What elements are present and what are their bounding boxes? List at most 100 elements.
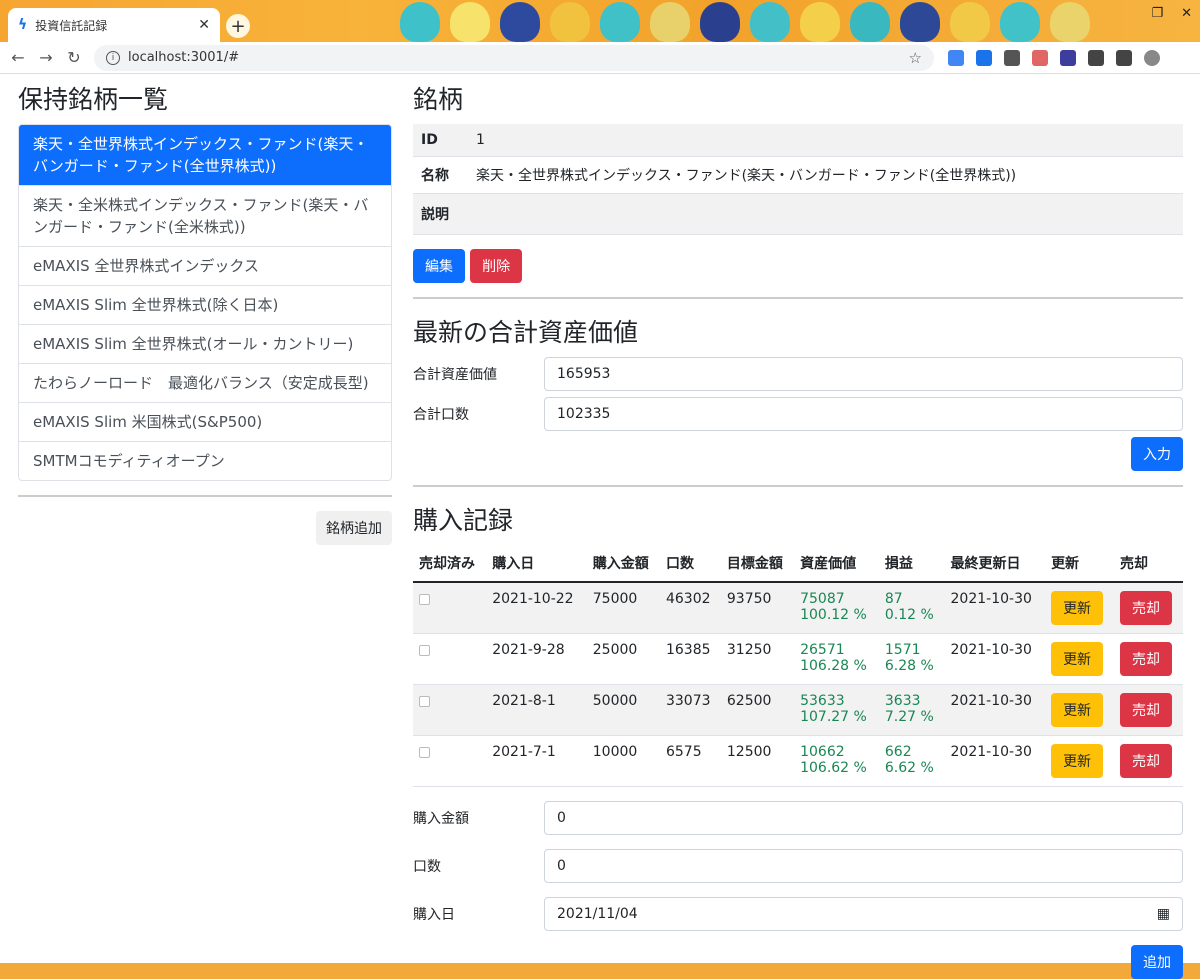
back-icon[interactable]: ←: [4, 48, 32, 67]
add-fund-button[interactable]: 銘柄追加: [316, 511, 392, 545]
fund-list-heading: 保持銘柄一覧: [18, 85, 169, 114]
profit-loss-pct: 6.62 %: [884, 760, 934, 776]
new-date-label: 購入日: [413, 907, 455, 923]
fund-list-panel: 保持銘柄一覧 楽天・全世界株式インデックス・ファンド(楽天・バンガード・ファンド…: [18, 74, 392, 545]
fund-heading: 銘柄: [413, 85, 464, 114]
last-updated: 2021-10-30: [944, 582, 1046, 634]
table-row: 2021-9-28 25000 16385 31250 26571 106.28 …: [413, 633, 1183, 685]
new-amount-label: 購入金額: [413, 811, 469, 827]
target-amount: 31250: [720, 633, 795, 685]
list-item[interactable]: 楽天・全米株式インデックス・ファンド(楽天・バンガード・ファンド(全米株式)): [19, 186, 391, 247]
abp-extension-icon[interactable]: [1032, 49, 1048, 66]
asset-value: 75087: [800, 591, 845, 607]
sold-checkbox[interactable]: [419, 696, 430, 707]
asset-value-pct: 107.27 %: [800, 709, 867, 725]
divider: [413, 485, 1183, 487]
sell-button[interactable]: 売却: [1119, 744, 1172, 778]
address-bar[interactable]: i localhost:3001/# ☆: [94, 44, 934, 71]
purchase-date: 2021-9-28: [486, 633, 587, 685]
purchase-units: 16385: [659, 633, 721, 685]
new-units-input[interactable]: 0: [544, 849, 1183, 883]
puzzle-icon[interactable]: [1088, 49, 1104, 66]
list-item[interactable]: SMTMコモディティオープン: [19, 442, 391, 480]
sold-checkbox[interactable]: [419, 747, 430, 758]
new-amount-input[interactable]: 0: [544, 801, 1183, 835]
total-value-input[interactable]: 165953: [544, 357, 1183, 391]
column-header: 更新: [1045, 545, 1114, 583]
purchase-amount: 50000: [586, 684, 660, 736]
target-amount: 62500: [720, 684, 795, 736]
purchase-date: 2021-8-1: [486, 684, 587, 736]
purchase-units: 33073: [659, 684, 721, 736]
profile-avatar[interactable]: [1144, 49, 1160, 66]
list-item[interactable]: eMAXIS Slim 全世界株式(除く日本): [19, 286, 391, 325]
column-header: 売却: [1113, 545, 1183, 583]
total-units-input[interactable]: 102335: [544, 397, 1183, 431]
new-units-label: 口数: [413, 859, 441, 875]
sell-button[interactable]: 売却: [1119, 693, 1172, 727]
browser-toolbar: ← → ↻ i localhost:3001/# ☆: [0, 42, 1200, 74]
restore-window-icon[interactable]: ❐: [1151, 6, 1163, 21]
update-button[interactable]: 更新: [1051, 744, 1104, 778]
divider: [18, 495, 392, 497]
update-button[interactable]: 更新: [1051, 693, 1104, 727]
z-extension-icon[interactable]: [1060, 49, 1076, 66]
close-window-icon[interactable]: ✕: [1181, 6, 1192, 21]
update-button[interactable]: 更新: [1051, 591, 1104, 625]
last-updated: 2021-10-30: [944, 735, 1046, 787]
chat-extension-icon[interactable]: [976, 49, 992, 66]
reload-icon[interactable]: ↻: [60, 48, 88, 67]
playlist-icon[interactable]: [1116, 49, 1132, 66]
browser-tab[interactable]: ϟ 投資信託記録 ✕: [8, 8, 220, 42]
list-item[interactable]: eMAXIS 全世界株式インデックス: [19, 247, 391, 286]
table-row: 2021-8-1 50000 33073 62500 53633 107.27 %…: [413, 684, 1183, 736]
total-heading: 最新の合計資産価値: [413, 318, 639, 347]
page-content: 保持銘柄一覧 楽天・全世界株式インデックス・ファンド(楽天・バンガード・ファンド…: [0, 74, 1200, 979]
bookmark-star-icon[interactable]: ☆: [909, 49, 922, 67]
id-label: ID: [413, 124, 468, 157]
submit-total-button[interactable]: 入力: [1131, 437, 1183, 471]
forward-icon[interactable]: →: [32, 48, 60, 67]
purchase-amount: 25000: [586, 633, 660, 685]
divider: [413, 297, 1183, 299]
site-info-icon[interactable]: i: [106, 50, 120, 65]
sell-button[interactable]: 売却: [1119, 591, 1172, 625]
asset-value: 53633: [800, 693, 845, 709]
close-tab-icon[interactable]: ✕: [198, 17, 210, 33]
target-amount: 12500: [720, 735, 795, 787]
purchase-table: 売却済み 購入日 購入金額 口数 目標金額 資産価値 損益 最終更新日 更新 売…: [413, 545, 1183, 787]
column-header: 購入日: [486, 545, 587, 583]
save-extension-icon[interactable]: [1004, 49, 1020, 66]
list-item[interactable]: たわらノーロード 最適化バランス（安定成長型): [19, 364, 391, 403]
list-item[interactable]: eMAXIS Slim 全世界株式(オール・カントリー): [19, 325, 391, 364]
edit-button[interactable]: 編集: [413, 249, 465, 283]
purchase-date: 2021-7-1: [486, 735, 587, 787]
translate-extension-icon[interactable]: [948, 49, 964, 66]
profit-loss: 3633: [884, 693, 921, 709]
asset-value: 26571: [800, 642, 845, 658]
name-value: 楽天・全世界株式インデックス・ファンド(楽天・バンガード・ファンド(全世界株式)…: [468, 156, 1183, 194]
asset-value-pct: 106.62 %: [800, 760, 867, 776]
list-item[interactable]: eMAXIS Slim 米国株式(S&P500): [19, 403, 391, 442]
add-purchase-button[interactable]: 追加: [1131, 945, 1183, 979]
purchase-amount: 10000: [586, 735, 660, 787]
asset-value: 10662: [800, 744, 845, 760]
list-item[interactable]: 楽天・全世界株式インデックス・ファンド(楽天・バンガード・ファンド(全世界株式)…: [19, 125, 391, 186]
new-tab-button[interactable]: +: [226, 14, 250, 38]
profit-loss: 1571: [884, 642, 921, 658]
update-button[interactable]: 更新: [1051, 642, 1104, 676]
profit-loss: 662: [884, 744, 912, 760]
column-header: 購入金額: [586, 545, 660, 583]
delete-button[interactable]: 削除: [470, 249, 523, 283]
sold-checkbox[interactable]: [419, 645, 430, 656]
profit-loss-pct: 0.12 %: [884, 607, 934, 623]
calendar-icon[interactable]: ▦: [1157, 906, 1170, 922]
new-date-input[interactable]: 2021/11/04 ▦: [544, 897, 1183, 931]
url-text: localhost:3001/#: [128, 50, 240, 65]
purchases-heading: 購入記録: [413, 506, 514, 535]
name-label: 名称: [413, 156, 468, 194]
column-header: 損益: [878, 545, 945, 583]
sell-button[interactable]: 売却: [1119, 642, 1172, 676]
sold-checkbox[interactable]: [419, 594, 430, 605]
purchase-units: 46302: [659, 582, 721, 634]
